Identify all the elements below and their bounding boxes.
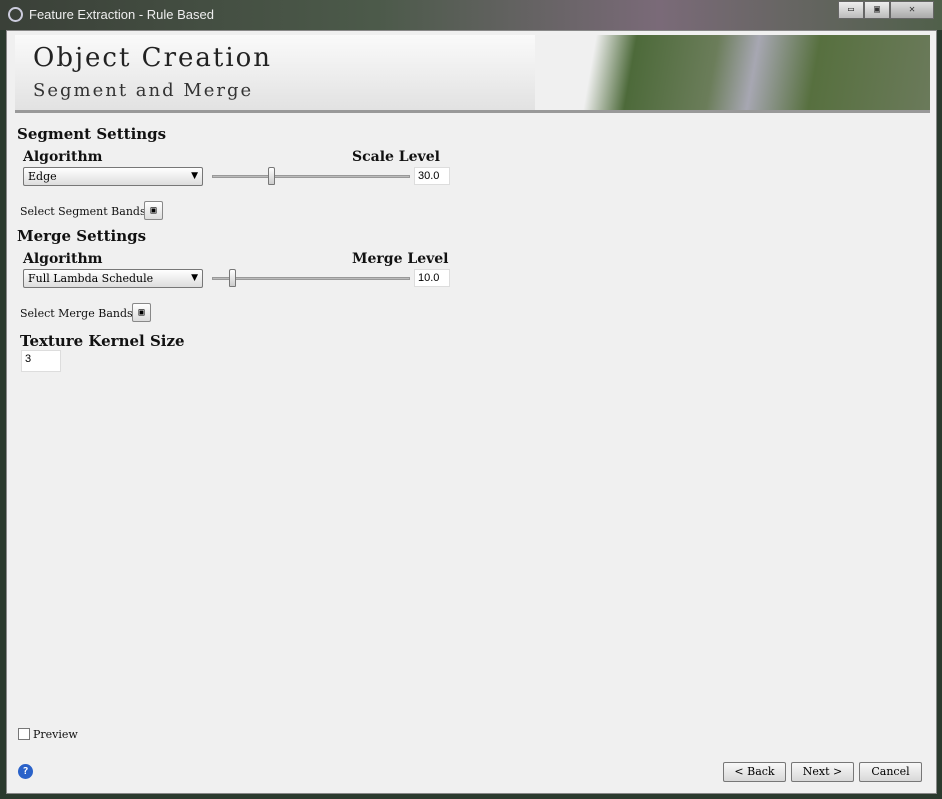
merge-algorithm-value: Full Lambda Schedule <box>28 272 154 285</box>
band-select-icon: ▣ <box>138 307 145 318</box>
dropdown-arrow-icon: ▼ <box>191 171 198 181</box>
merge-level-slider-thumb[interactable] <box>228 269 236 287</box>
scale-level-label: Scale Level <box>352 149 440 165</box>
maximize-button[interactable]: ▣ <box>864 1 890 19</box>
scale-level-slider[interactable] <box>212 175 410 178</box>
next-button[interactable]: Next > <box>791 762 854 782</box>
page-subtitle: Segment and Merge <box>33 80 254 101</box>
preview-label: Preview <box>33 728 78 741</box>
aerial-image <box>535 35 930 110</box>
select-segment-bands-button[interactable]: ▣ <box>144 201 163 220</box>
segment-algorithm-select[interactable]: Edge ▼ <box>23 167 203 186</box>
scale-level-slider-thumb[interactable] <box>268 167 276 185</box>
back-button[interactable]: < Back <box>723 762 786 782</box>
merge-algorithm-select[interactable]: Full Lambda Schedule ▼ <box>23 269 203 288</box>
close-button[interactable]: ✕ <box>890 1 934 19</box>
segment-algorithm-label: Algorithm <box>23 149 103 165</box>
preview-checkbox[interactable] <box>18 728 30 740</box>
texture-kernel-size-label: Texture Kernel Size <box>20 332 185 350</box>
select-merge-bands-label: Select Merge Bands <box>20 307 133 320</box>
select-merge-bands-button[interactable]: ▣ <box>132 303 151 322</box>
cancel-button[interactable]: Cancel <box>859 762 922 782</box>
band-select-icon: ▣ <box>150 205 157 216</box>
help-icon[interactable]: ? <box>18 764 33 779</box>
merge-level-slider[interactable] <box>212 277 410 280</box>
segment-algorithm-value: Edge <box>28 170 57 183</box>
merge-level-label: Merge Level <box>352 251 449 267</box>
segment-settings-heading: Segment Settings <box>17 125 167 143</box>
merge-level-input[interactable]: 10.0 <box>414 269 450 287</box>
app-icon <box>8 7 23 22</box>
title-bar: Feature Extraction - Rule Based ▭ ▣ ✕ <box>0 0 942 30</box>
select-segment-bands-label: Select Segment Bands <box>20 205 146 218</box>
dialog: Object Creation Segment and Merge Segmen… <box>6 30 937 794</box>
minimize-button[interactable]: ▭ <box>838 1 864 19</box>
texture-kernel-size-input[interactable]: 3 <box>21 350 61 372</box>
scale-level-input[interactable]: 30.0 <box>414 167 450 185</box>
dropdown-arrow-icon: ▼ <box>191 273 198 283</box>
page-title: Object Creation <box>33 43 273 73</box>
window-title: Feature Extraction - Rule Based <box>29 7 214 22</box>
header-banner: Object Creation Segment and Merge <box>15 35 930 113</box>
merge-settings-heading: Merge Settings <box>17 227 147 245</box>
merge-algorithm-label: Algorithm <box>23 251 103 267</box>
